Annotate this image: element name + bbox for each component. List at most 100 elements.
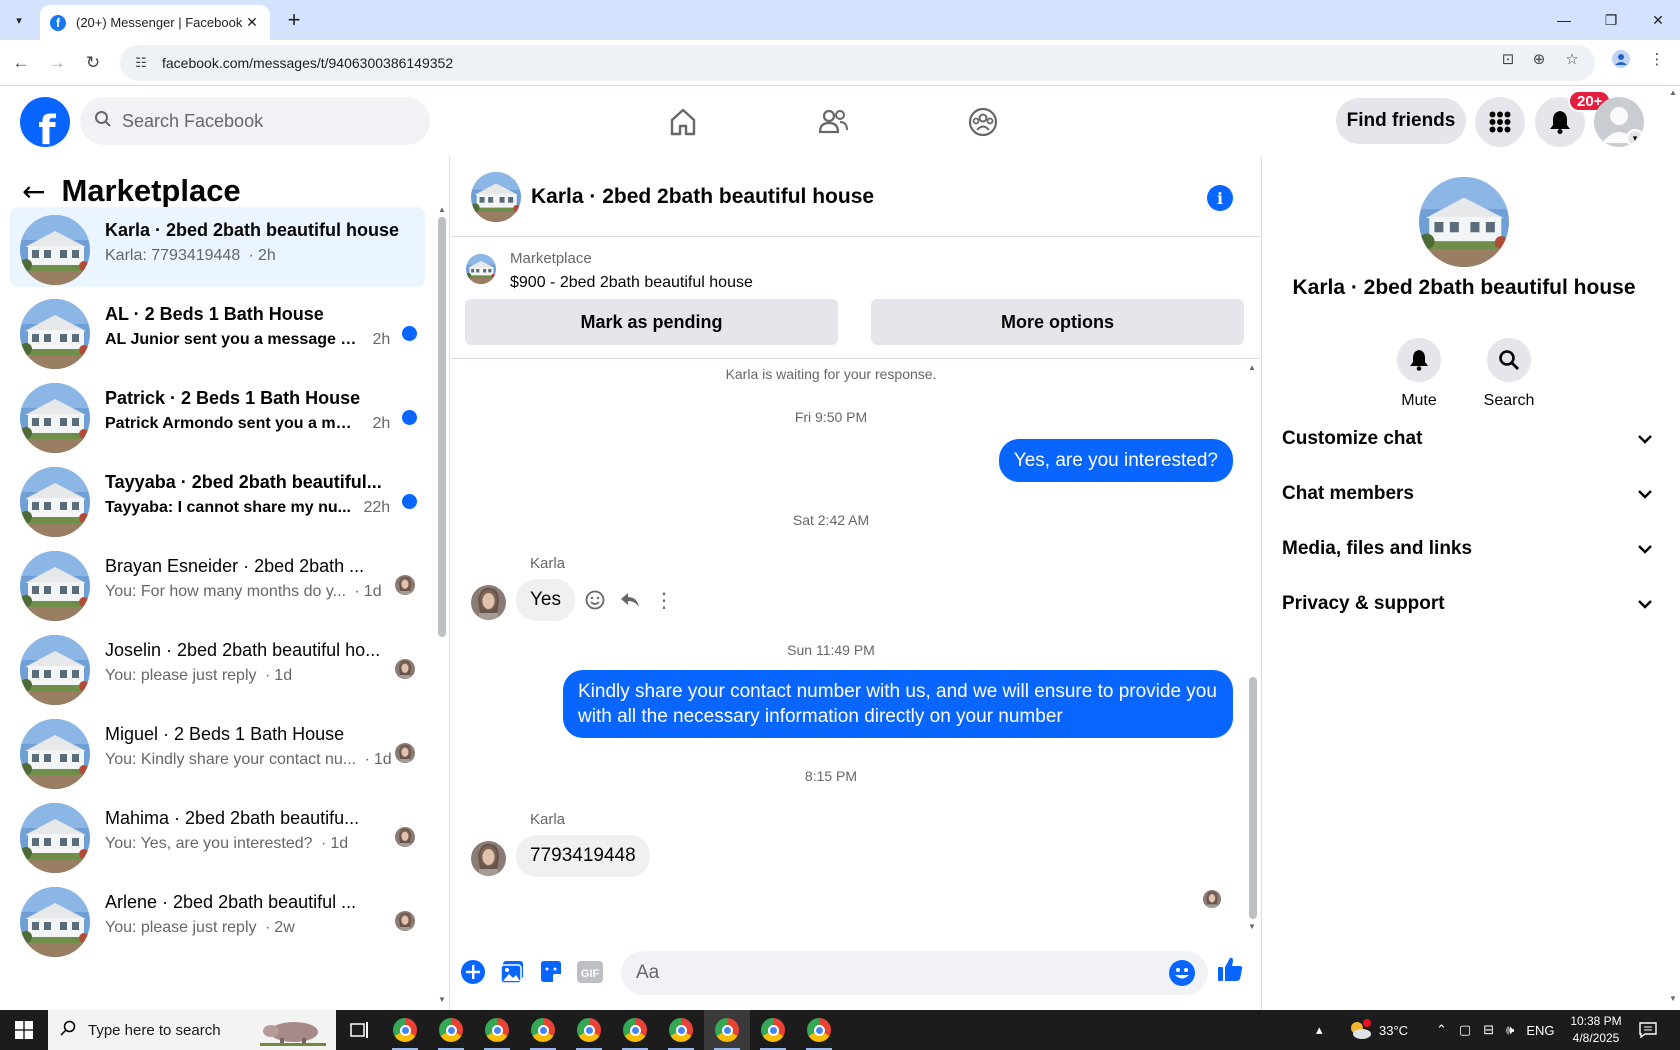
listing-title[interactable]: $900 - 2bed 2bath beautiful house <box>510 274 753 292</box>
bookmark-star-icon[interactable]: ☆ <box>1561 48 1583 70</box>
chat-members-row[interactable]: Chat members <box>1282 474 1652 514</box>
zoom-icon[interactable]: ⊕ <box>1528 48 1550 70</box>
scroll-up-arrow-icon[interactable]: ▲ <box>1669 88 1677 97</box>
chrome-menu-icon[interactable]: ⋮ <box>1646 48 1668 70</box>
chat-scrollbar[interactable] <box>1249 677 1257 919</box>
incoming-message[interactable]: 7793419448 <box>516 835 650 877</box>
facebook-logo[interactable]: f <box>20 97 70 147</box>
message-input[interactable]: Aa <box>621 951 1208 995</box>
list-scroll-down-icon[interactable]: ▼ <box>438 995 446 1004</box>
close-window-button[interactable]: ✕ <box>1634 0 1680 40</box>
mute-button[interactable]: Mute <box>1379 338 1459 410</box>
meet-now-icon[interactable]: ▢ <box>1459 1022 1471 1038</box>
back-arrow-icon[interactable]: ← <box>22 175 45 208</box>
new-tab-button[interactable]: + <box>280 6 308 34</box>
conversation-item[interactable]: Patrick · 2 Beds 1 Bath House Patrick Arm… <box>10 375 425 455</box>
listing-thumbnail[interactable] <box>466 254 496 284</box>
more-actions-icon[interactable]: ⋮ <box>650 586 678 614</box>
chat-title[interactable]: Karla · 2bed 2bath beautiful house <box>531 185 874 209</box>
photo-icon[interactable] <box>498 958 526 986</box>
chevron-up-icon[interactable]: ⌃ <box>1436 1022 1447 1038</box>
chat-list-scrollbar[interactable] <box>438 217 446 637</box>
chrome-taskbar-button[interactable] <box>750 1010 796 1050</box>
language-indicator[interactable]: ENG <box>1526 1023 1554 1038</box>
conversation-item[interactable]: Karla · 2bed 2bath beautiful house Karla:… <box>10 207 425 287</box>
media-files-links-row[interactable]: Media, files and links <box>1282 529 1652 569</box>
mark-as-pending-button[interactable]: Mark as pending <box>465 299 838 345</box>
browser-tab-strip: ▾ f (20+) Messenger | Facebook ✕ + — ❐ ✕ <box>0 0 1680 40</box>
address-bar[interactable]: ☷ facebook.com/messages/t/94063003861493… <box>120 45 1595 81</box>
network-icon[interactable]: ⊟ <box>1483 1022 1494 1038</box>
chevron-down-icon: ▾ <box>1626 129 1644 147</box>
minimize-button[interactable]: — <box>1540 0 1588 40</box>
details-avatar[interactable] <box>1419 177 1509 267</box>
profile-icon[interactable] <box>1610 48 1632 70</box>
find-friends-button[interactable]: Find friends <box>1336 98 1466 144</box>
chrome-taskbar-button[interactable] <box>658 1010 704 1050</box>
chat-scroll-down-icon[interactable]: ▼ <box>1248 922 1256 931</box>
chrome-taskbar-button[interactable] <box>428 1010 474 1050</box>
incoming-message[interactable]: Yes <box>516 579 575 621</box>
groups-nav-icon[interactable] <box>928 97 1038 147</box>
customize-chat-row[interactable]: Customize chat <box>1282 419 1652 459</box>
chrome-taskbar-button[interactable] <box>796 1010 842 1050</box>
list-scroll-up-icon[interactable]: ▲ <box>438 205 446 214</box>
conversation-item[interactable]: Mahima · 2bed 2bath beautifu... You: Yes,… <box>10 795 425 875</box>
taskbar-clock[interactable]: 10:38 PM 4/8/2025 <box>1560 1013 1632 1047</box>
home-nav-icon[interactable] <box>628 97 738 147</box>
search-in-chat-button[interactable]: Search <box>1469 338 1549 410</box>
install-app-icon[interactable]: ⊡ <box>1497 48 1519 70</box>
task-view-icon[interactable] <box>348 1018 372 1042</box>
forward-button[interactable]: → <box>42 48 72 78</box>
menu-grid-icon[interactable] <box>1475 97 1525 147</box>
thumbs-up-icon[interactable] <box>1216 955 1244 983</box>
volume-icon[interactable]: 🕪 <box>1506 1022 1514 1038</box>
chrome-taskbar-button[interactable] <box>704 1010 750 1050</box>
friends-nav-icon[interactable] <box>778 97 888 147</box>
conversation-preview: AL Junior sent you a message ab... <box>105 331 360 348</box>
facebook-search-input[interactable]: Search Facebook <box>80 97 430 145</box>
sender-avatar[interactable] <box>471 841 506 876</box>
page-scrollbar[interactable]: ▲ ▼ <box>1665 86 1680 1010</box>
weather-widget[interactable]: 33°C <box>1347 1010 1408 1050</box>
info-icon[interactable]: i <box>1207 185 1233 211</box>
plus-circle-icon[interactable] <box>459 958 487 986</box>
chrome-taskbar-button[interactable] <box>520 1010 566 1050</box>
account-avatar[interactable]: ▾ <box>1594 97 1644 147</box>
scroll-down-arrow-icon[interactable]: ▼ <box>1669 994 1677 1003</box>
conversation-item[interactable]: AL · 2 Beds 1 Bath House AL Junior sent y… <box>10 291 425 371</box>
chrome-taskbar-button[interactable] <box>382 1010 428 1050</box>
windows-start-icon[interactable] <box>0 1010 48 1050</box>
outgoing-message[interactable]: Yes, are you interested? <box>998 439 1233 482</box>
chrome-taskbar-button[interactable] <box>566 1010 612 1050</box>
restore-button[interactable]: ❐ <box>1587 0 1635 40</box>
conversation-item[interactable]: Joselin · 2bed 2bath beautiful ho... You:… <box>10 627 425 707</box>
browser-toolbar: ← → ↻ ☷ facebook.com/messages/t/94063003… <box>0 40 1680 86</box>
emoji-icon[interactable] <box>1169 960 1195 986</box>
more-options-button[interactable]: More options <box>871 299 1244 345</box>
notification-center-icon[interactable] <box>1636 1018 1660 1042</box>
tray-expand-icon[interactable]: ▴ <box>1316 1010 1323 1050</box>
conversation-thumbnail <box>20 383 90 453</box>
conversation-item[interactable]: Miguel · 2 Beds 1 Bath House You: Kindly … <box>10 711 425 791</box>
chrome-taskbar-button[interactable] <box>612 1010 658 1050</box>
reply-icon[interactable] <box>616 586 644 614</box>
chat-scroll-up-icon[interactable]: ▲ <box>1248 363 1256 372</box>
tab-search-button[interactable]: ▾ <box>7 8 31 32</box>
site-info-icon[interactable]: ☷ <box>130 52 152 74</box>
react-emoji-icon[interactable] <box>581 586 609 614</box>
back-button[interactable]: ← <box>6 48 36 78</box>
conversation-item[interactable]: Brayan Esneider · 2bed 2bath ... You: For… <box>10 543 425 623</box>
chat-avatar[interactable] <box>471 172 521 222</box>
sender-avatar[interactable] <box>471 585 506 620</box>
gif-icon[interactable]: GIF <box>576 958 604 986</box>
privacy-support-row[interactable]: Privacy & support <box>1282 584 1652 624</box>
tab-close-icon[interactable]: ✕ <box>244 14 260 31</box>
conversation-item[interactable]: Arlene · 2bed 2bath beautiful ... You: pl… <box>10 879 425 959</box>
chrome-taskbar-button[interactable] <box>474 1010 520 1050</box>
reload-button[interactable]: ↻ <box>78 48 108 78</box>
sticker-icon[interactable] <box>537 958 565 986</box>
browser-tab[interactable]: f (20+) Messenger | Facebook ✕ <box>40 5 270 40</box>
conversation-item[interactable]: Tayyaba · 2bed 2bath beautiful... Tayyaba… <box>10 459 425 539</box>
outgoing-message[interactable]: Kindly share your contact number with us… <box>563 670 1233 738</box>
